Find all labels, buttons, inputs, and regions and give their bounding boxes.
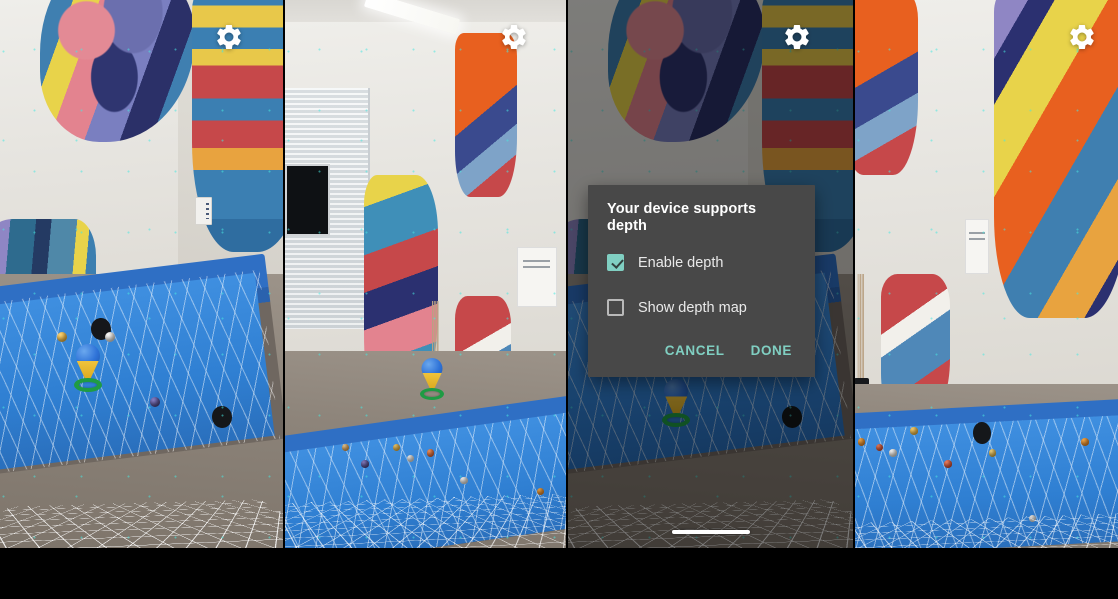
ar-view-with-dialog[interactable]: Your device supports depth Enable depth … <box>568 0 853 548</box>
ar-feature-points <box>855 0 1118 548</box>
camera-feed <box>285 0 568 548</box>
dialog-action-bar: CANCEL DONE <box>588 326 815 369</box>
done-button[interactable]: DONE <box>742 336 801 365</box>
ar-anchor-marker[interactable] <box>73 343 103 392</box>
gear-icon <box>217 24 241 50</box>
anchor-ring <box>73 377 102 392</box>
bottom-black-bar <box>0 548 1118 599</box>
panel-divider <box>853 0 855 548</box>
panel-divider <box>566 0 568 548</box>
settings-gear-button[interactable] <box>1065 20 1099 54</box>
option-row-enable-depth[interactable]: Enable depth <box>588 245 815 281</box>
home-indicator[interactable] <box>671 530 750 534</box>
gear-icon <box>1070 24 1094 50</box>
depth-settings-dialog: Your device supports depth Enable depth … <box>588 185 815 377</box>
ar-feature-points <box>285 0 568 548</box>
settings-gear-button[interactable] <box>497 20 531 54</box>
ar-view-wide[interactable] <box>285 0 568 548</box>
screenshot-root: Your device supports depth Enable depth … <box>0 0 1118 599</box>
camera-feed <box>0 0 283 548</box>
dialog-title: Your device supports depth <box>607 201 757 235</box>
settings-gear-button[interactable] <box>780 20 814 54</box>
enable-depth-label: Enable depth <box>638 254 724 271</box>
panel-divider <box>283 0 285 548</box>
option-row-show-depth-map[interactable]: Show depth map <box>588 290 815 326</box>
anchor-ring <box>420 388 445 401</box>
enable-depth-checkbox[interactable] <box>607 254 624 272</box>
show-depth-map-label: Show depth map <box>638 299 747 316</box>
camera-feed <box>855 0 1118 548</box>
ar-anchor-marker[interactable] <box>419 358 445 401</box>
ar-feature-points <box>0 0 283 548</box>
ar-panel-strip: Your device supports depth Enable depth … <box>0 0 1118 548</box>
gear-icon <box>502 24 526 50</box>
settings-gear-button[interactable] <box>212 20 246 54</box>
ar-view-depth-map[interactable] <box>855 0 1118 548</box>
show-depth-map-checkbox[interactable] <box>607 299 624 317</box>
gear-icon <box>785 24 809 50</box>
cancel-button[interactable]: CANCEL <box>656 336 734 365</box>
ar-view-close-up[interactable] <box>0 0 283 548</box>
